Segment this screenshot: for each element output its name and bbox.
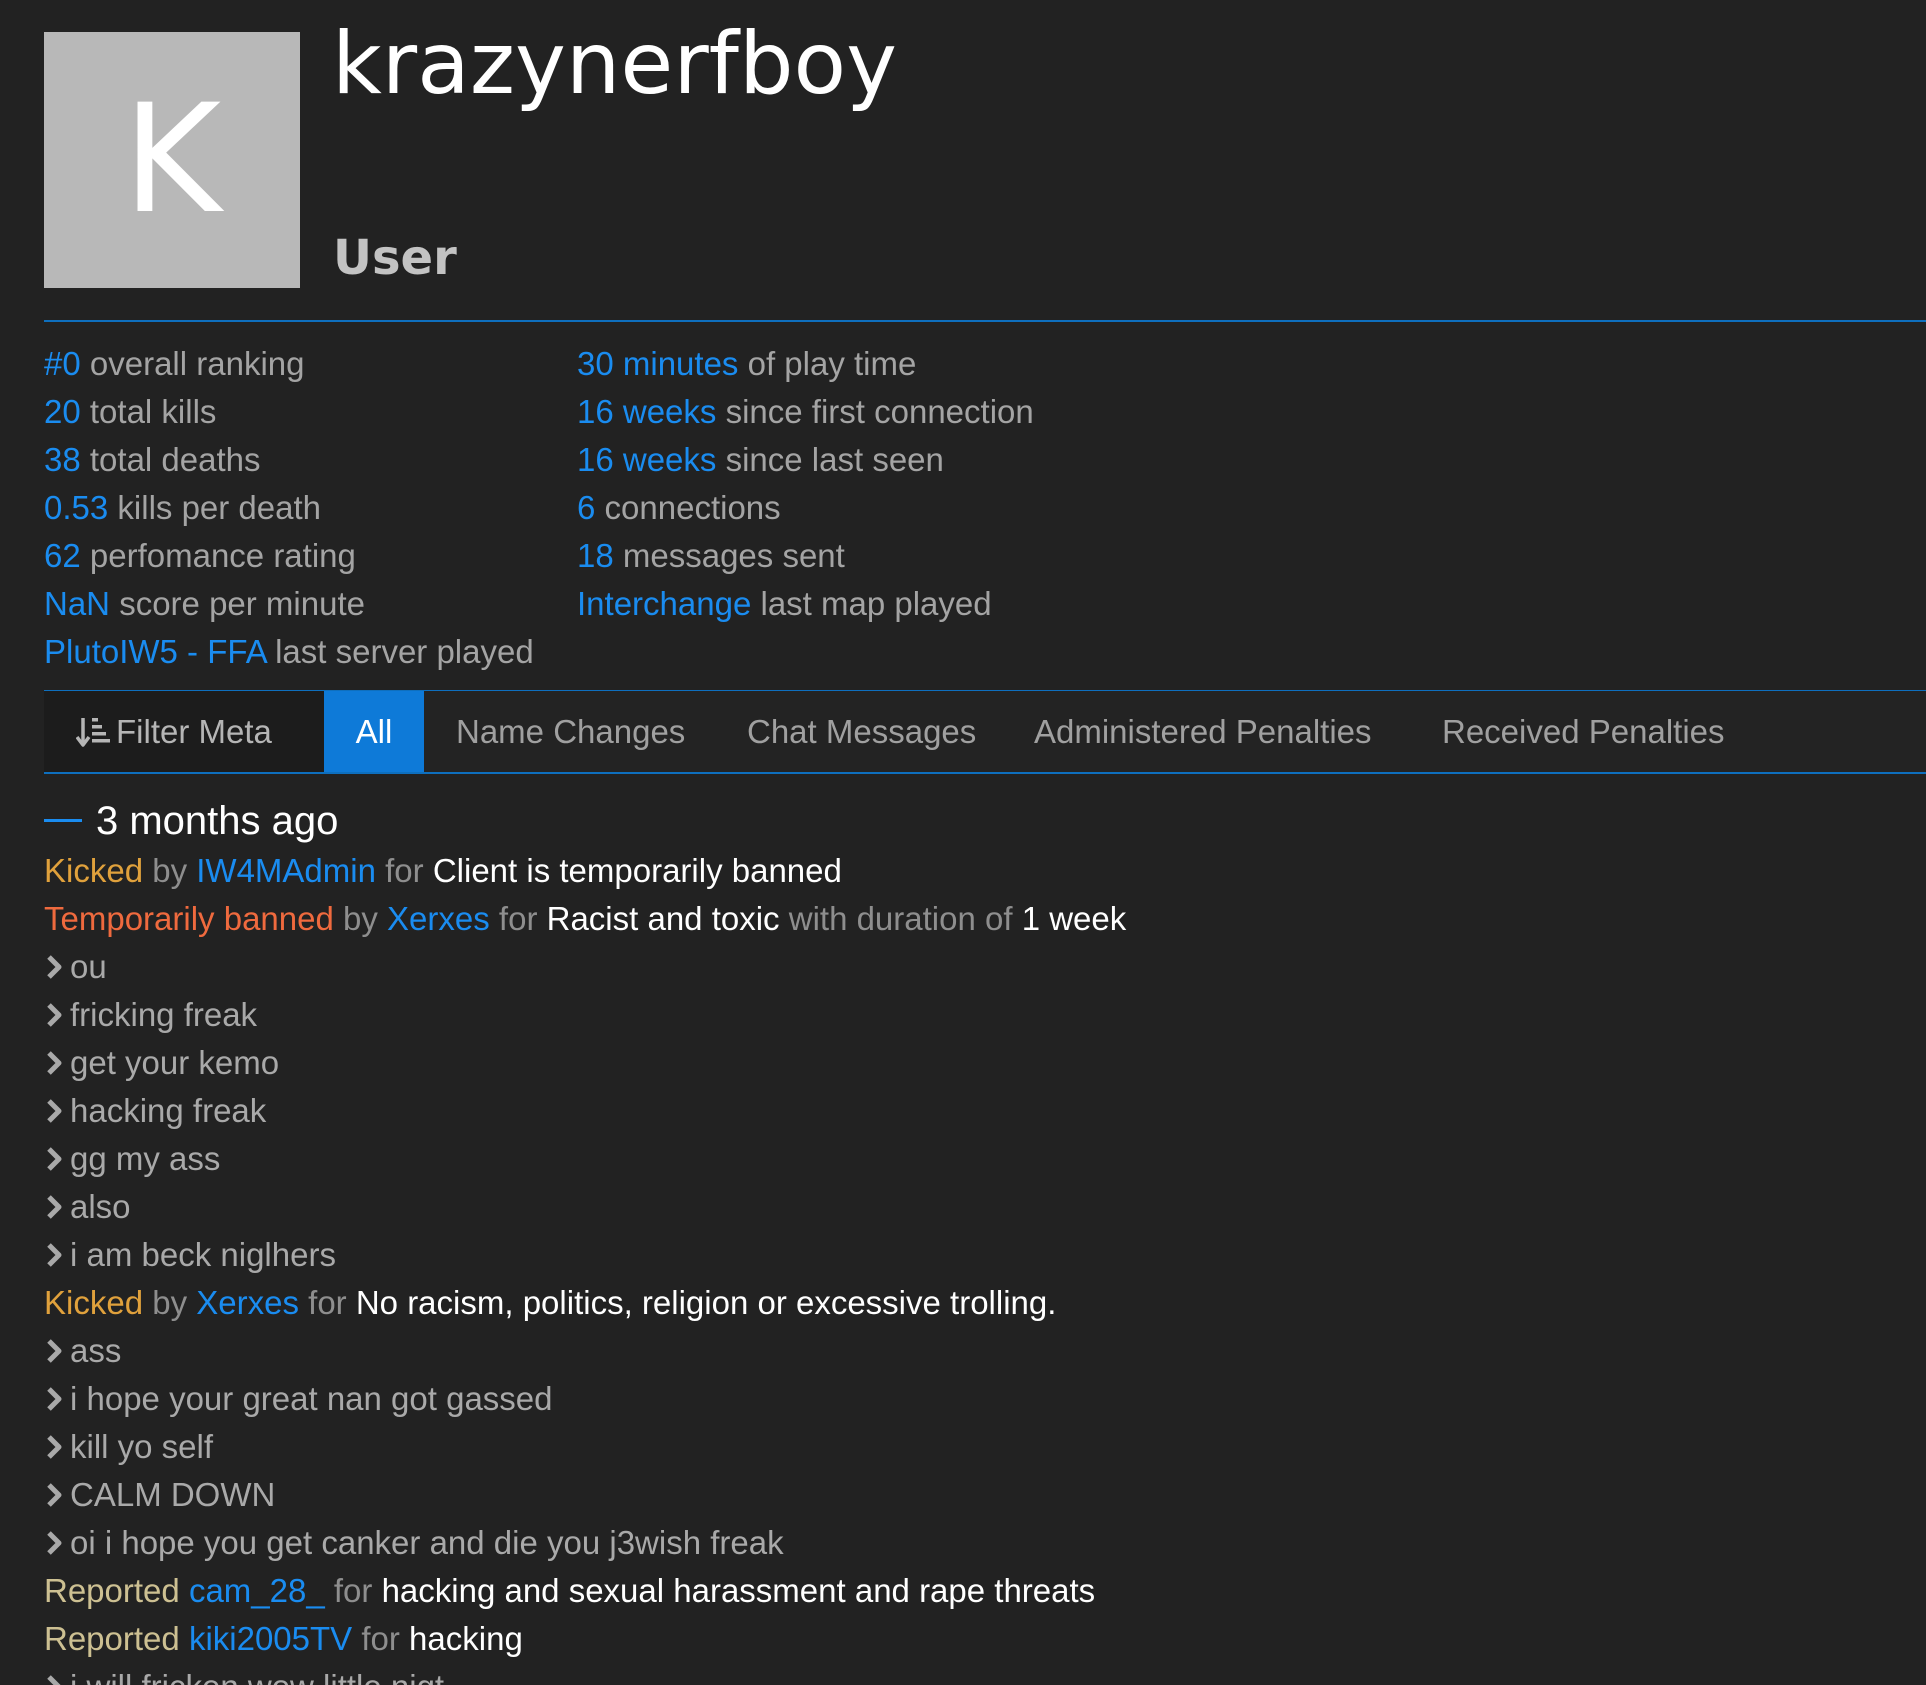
chat-message-text: hacking freak — [70, 1092, 267, 1129]
chevron-right-icon — [44, 1331, 66, 1363]
penalty-entry: Temporarily banned by Xerxes for Racist … — [44, 900, 1127, 937]
header-divider — [44, 320, 1926, 322]
chevron-right-icon — [44, 1091, 66, 1123]
chat-message: get your kemo — [44, 1039, 1904, 1087]
chat-message-text: gg my ass — [70, 1140, 221, 1177]
chevron-right-icon — [44, 1235, 66, 1267]
chat-message: ou — [44, 943, 1904, 991]
chat-message: gg my ass — [44, 1135, 1904, 1183]
chevron-right-icon — [44, 1187, 66, 1219]
chat-message: fricking freak — [44, 991, 1904, 1039]
stat-connections: 6 connections — [577, 489, 781, 526]
chat-message-text: i will fricken wow little nigt — [70, 1668, 444, 1685]
chat-message: kill yo self — [44, 1423, 1904, 1471]
stat-messages: 18 messages sent — [577, 537, 845, 574]
filter-meta-button[interactable]: Filter Meta — [44, 691, 324, 772]
chevron-right-icon — [44, 1379, 66, 1411]
stat-spm: NaN score per minute — [44, 585, 365, 622]
chat-message-text: also — [70, 1188, 131, 1225]
tab-received-penalties[interactable]: Received Penalties — [1442, 691, 1725, 772]
last-server-link[interactable]: PlutoIW5 - FFA — [44, 633, 266, 670]
chat-message-text: ou — [70, 948, 107, 985]
penalty-origin-link[interactable]: IW4MAdmin — [196, 852, 376, 889]
report-target-link[interactable]: kiki2005TV — [189, 1620, 352, 1657]
tab-name-changes[interactable]: Name Changes — [456, 691, 685, 772]
stat-last-seen: 16 weeks since last seen — [577, 441, 944, 478]
chat-message: hacking freak — [44, 1087, 1904, 1135]
tabs-bottom-divider — [44, 772, 1926, 774]
chevron-right-icon — [44, 1043, 66, 1075]
penalty-entry: Kicked by Xerxes for No racism, politics… — [44, 1284, 1057, 1321]
report-entry: Reported cam_28_ for hacking and sexual … — [44, 1572, 1096, 1609]
chat-message-group: i will fricken wow little nigt — [44, 1663, 1904, 1685]
chat-message-text: ass — [70, 1332, 122, 1369]
stat-last-server: PlutoIW5 - FFA last server played — [44, 633, 534, 670]
chevron-right-icon — [44, 995, 66, 1027]
chat-message: i hope your great nan got gassed — [44, 1375, 1904, 1423]
chevron-right-icon — [44, 1667, 66, 1685]
penalty-entry: Kicked by IW4MAdmin for Client is tempor… — [44, 852, 842, 889]
stat-kdr: 0.53 kills per death — [44, 489, 322, 526]
chat-message-text: i hope your great nan got gassed — [70, 1380, 553, 1417]
chevron-right-icon — [44, 947, 66, 979]
stat-last-map: Interchange last map played — [577, 585, 992, 622]
tab-administered-penalties[interactable]: Administered Penalties — [1034, 691, 1372, 772]
stat-deaths: 38 total deaths — [44, 441, 261, 478]
penalty-origin-link[interactable]: Xerxes — [196, 1284, 299, 1321]
report-target-link[interactable]: cam_28_ — [189, 1572, 325, 1609]
report-entry: Reported kiki2005TV for hacking — [44, 1620, 523, 1657]
chat-message: also — [44, 1183, 1904, 1231]
profile-page: K krazynerfboy User #0 overall ranking 2… — [0, 0, 1926, 1685]
chat-message: ass — [44, 1327, 1904, 1375]
feed-date-heading: 3 months ago — [44, 795, 1904, 847]
chevron-right-icon — [44, 1427, 66, 1459]
chevron-right-icon — [44, 1139, 66, 1171]
chat-message-text: get your kemo — [70, 1044, 280, 1081]
chat-message: oi i hope you get canker and die you j3w… — [44, 1519, 1904, 1567]
penalty-origin-link[interactable]: Xerxes — [387, 900, 490, 937]
sort-filter-icon — [75, 697, 110, 747]
chat-message: i will fricken wow little nigt — [44, 1663, 1904, 1685]
chat-message: i am beck niglhers — [44, 1231, 1904, 1279]
stats-column-left: #0 overall ranking 20 total kills 38 tot… — [44, 340, 534, 676]
stat-ranking: #0 overall ranking — [44, 345, 305, 382]
chat-message-group: ass i hope your great nan got gassed kill … — [44, 1327, 1904, 1567]
chevron-right-icon — [44, 1523, 66, 1555]
profile-username: krazynerfboy — [332, 14, 898, 114]
stats-column-right: 30 minutes of play time 16 weeks since f… — [577, 340, 1034, 628]
chat-message-text: oi i hope you get canker and die you j3w… — [70, 1524, 784, 1561]
chat-message-text: i am beck niglhers — [70, 1236, 336, 1273]
chat-message-group: ou fricking freak get your kemo hacking fre… — [44, 943, 1904, 1279]
chevron-right-icon — [44, 1475, 66, 1507]
chat-message-text: kill yo self — [70, 1428, 214, 1465]
chat-message-text: CALM DOWN — [70, 1476, 276, 1513]
avatar: K — [44, 32, 300, 288]
chat-message: CALM DOWN — [44, 1471, 1904, 1519]
profile-level: User — [333, 230, 457, 286]
tab-all[interactable]: All — [324, 691, 424, 772]
stat-performance: 62 perfomance rating — [44, 537, 356, 574]
stat-first-connection: 16 weeks since first connection — [577, 393, 1034, 430]
stat-kills: 20 total kills — [44, 393, 217, 430]
meta-tabs: Filter Meta All Name Changes Chat Messag… — [44, 691, 1926, 772]
meta-feed: 3 months ago Kicked by IW4MAdmin for Cli… — [44, 795, 1904, 1685]
stat-play-time: 30 minutes of play time — [577, 345, 917, 382]
tab-chat-messages[interactable]: Chat Messages — [747, 691, 976, 772]
chat-message-text: fricking freak — [70, 996, 258, 1033]
